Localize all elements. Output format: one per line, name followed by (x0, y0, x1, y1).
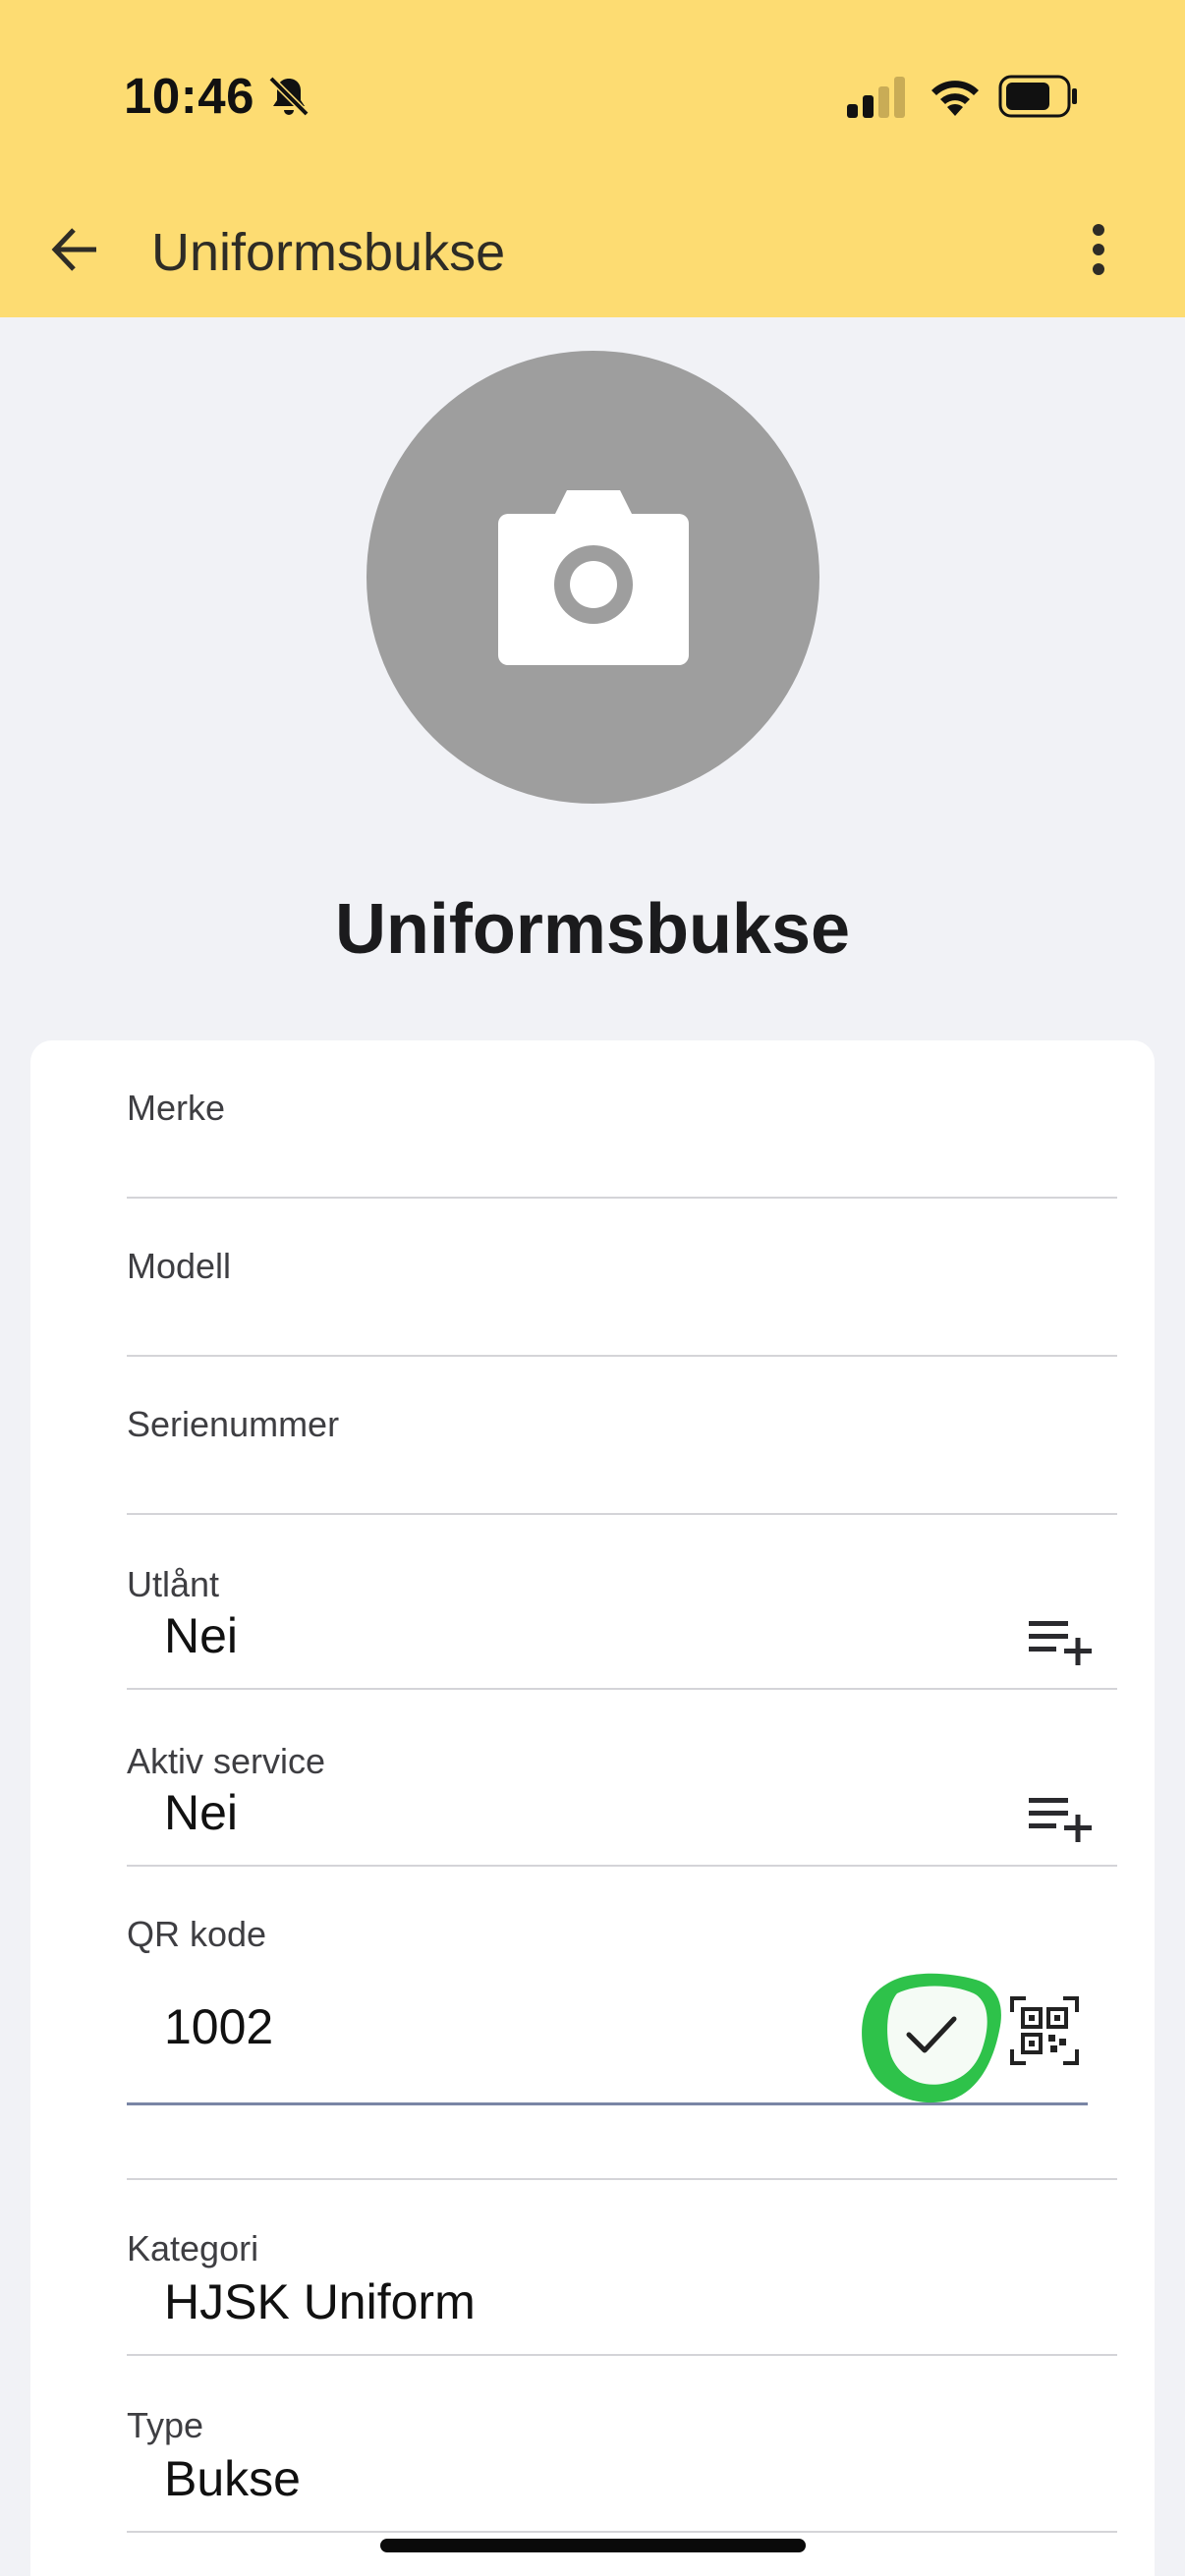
app-bar: 10:46 Uniformsbukse (0, 0, 1185, 317)
model-field[interactable]: Modell (127, 1230, 1117, 1357)
wifi-icon (931, 81, 979, 116)
field-label: Aktiv service (127, 1741, 326, 1781)
item-heading: Uniformsbukse (334, 890, 851, 969)
cellular-signal-icon (847, 77, 905, 118)
more-vertical-icon (1093, 224, 1104, 275)
brand-field[interactable]: Merke (127, 1072, 1117, 1199)
loaned-field: Utlånt Nei (127, 1544, 1117, 1690)
field-label: Merke (127, 1088, 226, 1128)
serial-number-field[interactable]: Serienummer (127, 1388, 1117, 1515)
status-time: 10:46 (124, 68, 254, 124)
bell-off-icon (268, 76, 310, 117)
qr-scan-icon[interactable] (1010, 1996, 1079, 2065)
divider (127, 2178, 1117, 2180)
more-options-button[interactable] (1069, 214, 1128, 285)
qr-code-input[interactable]: 1002 (164, 1998, 273, 2055)
category-field[interactable]: Kategori HJSK Uniform (127, 2211, 1117, 2356)
item-photo-button[interactable] (367, 351, 819, 804)
field-value: Bukse (164, 2451, 301, 2506)
battery-icon (998, 75, 1077, 118)
field-label: Utlånt (127, 1564, 220, 1604)
field-label: QR kode (127, 1914, 267, 1954)
camera-icon (497, 489, 689, 665)
arrow-left-icon (51, 228, 96, 271)
type-field[interactable]: Type Bukse (127, 2387, 1117, 2533)
field-label: Type (127, 2405, 204, 2445)
playlist-add-icon[interactable] (1029, 1619, 1092, 1670)
home-indicator[interactable] (380, 2539, 806, 2552)
field-label: Modell (127, 1246, 232, 1286)
field-label: Serienummer (127, 1404, 340, 1444)
field-value: Nei (164, 1608, 239, 1663)
active-service-field: Aktiv service Nei (127, 1721, 1117, 1867)
back-button[interactable] (39, 214, 110, 285)
playlist-add-icon[interactable] (1029, 1796, 1092, 1847)
field-value: Nei (164, 1785, 239, 1840)
confirm-qr-button[interactable] (858, 1970, 1005, 2105)
app-bar-title: Uniformsbukse (151, 223, 506, 282)
field-value: HJSK Uniform (164, 2274, 476, 2329)
field-label: Kategori (127, 2228, 259, 2268)
